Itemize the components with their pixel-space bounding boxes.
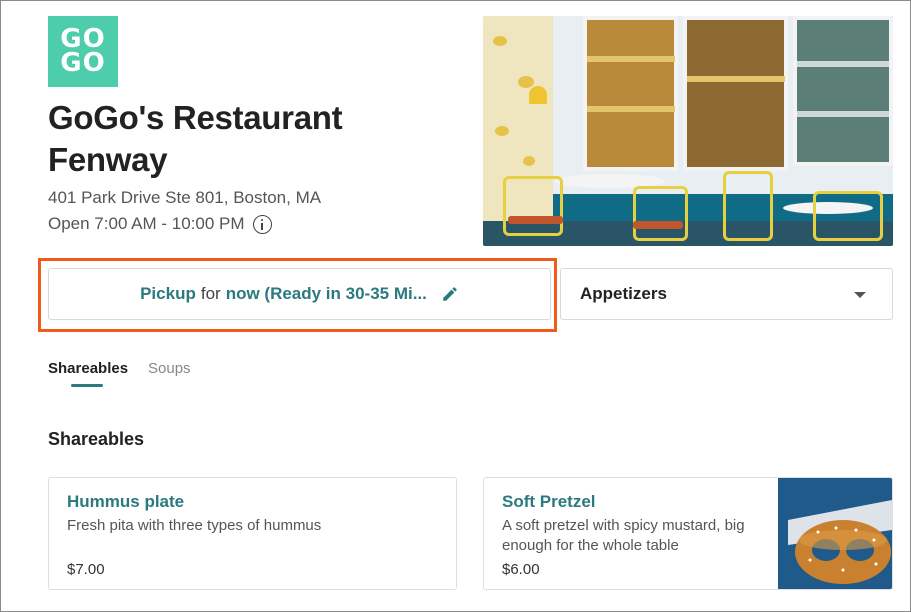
- restaurant-hours: Open 7:00 AM - 10:00 PM: [48, 214, 245, 233]
- category-dropdown[interactable]: Appetizers: [560, 268, 893, 320]
- restaurant-logo: GO GO: [48, 16, 118, 87]
- restaurant-name: GoGo's Restaurant Fenway: [48, 99, 343, 178]
- section-title: Shareables: [48, 429, 145, 449]
- info-icon[interactable]: [252, 214, 272, 234]
- tab-shareables[interactable]: Shareables: [48, 360, 128, 377]
- restaurant-hero-image: [483, 16, 893, 246]
- active-tab-indicator: [71, 384, 103, 387]
- menu-item-name: Soft Pretzel: [502, 492, 596, 511]
- logo-text-bottom: GO: [60, 48, 106, 78]
- menu-item-name: Hummus plate: [67, 492, 185, 511]
- menu-item-image: [778, 478, 892, 589]
- menu-item-card[interactable]: Hummus plate Fresh pita with three types…: [48, 477, 457, 590]
- menu-item-description: A soft pretzel with spicy mustard, big e…: [502, 517, 745, 554]
- menu-item-price: $7.00: [67, 561, 105, 578]
- pretzel-image: [788, 500, 892, 584]
- chevron-down-icon: [854, 292, 866, 298]
- pencil-icon[interactable]: [441, 285, 459, 303]
- fulfillment-selector[interactable]: Pickup for now (Ready in 30-35 Mi...: [48, 268, 551, 320]
- restaurant-hours-row: Open 7:00 AM - 10:00 PM: [48, 214, 272, 234]
- category-selected: Appetizers: [580, 284, 667, 303]
- menu-item-card[interactable]: Soft Pretzel A soft pretzel with spicy m…: [483, 477, 893, 590]
- tab-soups[interactable]: Soups: [148, 360, 191, 377]
- restaurant-address: 401 Park Drive Ste 801, Boston, MA: [48, 188, 322, 207]
- fulfillment-connector: for: [200, 284, 221, 303]
- fulfillment-time: now (Ready in 30-35 Mi...: [225, 284, 427, 303]
- menu-item-price: $6.00: [502, 561, 540, 578]
- menu-item-description: Fresh pita with three types of hummus: [67, 517, 322, 534]
- fulfillment-mode: Pickup: [140, 284, 196, 303]
